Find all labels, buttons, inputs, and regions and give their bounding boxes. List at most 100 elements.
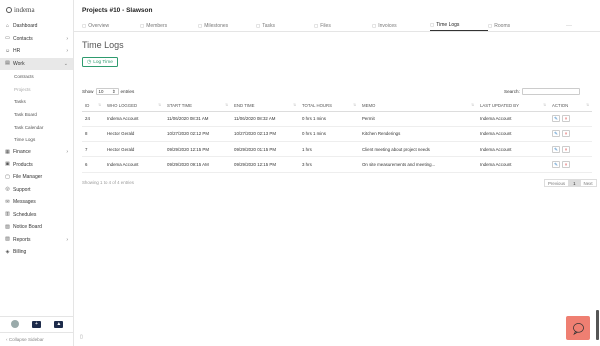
chat-button[interactable] — [566, 316, 590, 340]
entries-select[interactable]: 10 ⇕ — [95, 88, 119, 95]
billing-icon: ◈ — [5, 248, 10, 255]
column-header[interactable]: START TIME ⇅ — [164, 101, 231, 112]
column-header-label: ACTION — [552, 103, 569, 109]
table-cell: 10/27/2020 02:12 PM — [164, 126, 231, 143]
edit-icon[interactable]: ✎ — [552, 161, 560, 169]
search-input[interactable] — [521, 88, 580, 95]
edit-icon[interactable]: ✎ — [552, 115, 560, 123]
finance-icon: ▦ — [5, 148, 10, 155]
action-cell: ✎ × — [549, 111, 592, 127]
collapse-sidebar-button[interactable]: ‹ Collapse Sidebar — [0, 332, 74, 346]
column-header[interactable]: ACTION ⇅ — [549, 101, 592, 112]
sidebar-item-finance[interactable]: ▦ Finance › — [0, 146, 73, 159]
scrollbar[interactable] — [596, 310, 599, 340]
page-title: Projects #10 - Slawson — [82, 6, 153, 14]
column-header[interactable]: MEMO ⇅ — [359, 101, 477, 112]
chevron-right-icon: › — [66, 236, 68, 243]
tab-label: Time Logs — [436, 22, 460, 28]
more-tabs-button[interactable]: ··· — [566, 20, 572, 31]
sidebar-item-messages[interactable]: ✉ Messages — [0, 196, 73, 209]
sidebar-item-notice-board[interactable]: ▧ Notice Board — [0, 221, 73, 234]
column-header[interactable]: WHO LOGGED ⇅ — [104, 101, 164, 112]
sidebar-item-label: Notice Board — [13, 224, 42, 231]
collapse-label: Collapse Sidebar — [8, 337, 44, 342]
sidebar-item-reports[interactable]: ▨ Reports › — [0, 234, 73, 247]
entries-label: entries — [120, 89, 135, 94]
tab-rooms[interactable]: ▢ Rooms — [488, 20, 546, 31]
main-content: Projects #10 - Slawson ▢ Overview ▢ Members… — [74, 0, 600, 346]
table-cell: Hector Gerald — [104, 126, 164, 143]
tab-label: Tasks — [262, 22, 276, 29]
column-header-label: START TIME — [167, 103, 192, 109]
next-button[interactable]: Next — [579, 179, 597, 187]
document-icon[interactable]: ▯ — [80, 334, 83, 340]
notice-icon: ▧ — [5, 223, 10, 230]
tab-overview[interactable]: ▢ Overview — [82, 20, 140, 31]
sidebar-subitem-task-board[interactable]: Task Board — [0, 108, 73, 121]
delete-icon[interactable]: × — [562, 130, 570, 138]
log-time-button[interactable]: ◷ Log Time — [82, 57, 118, 67]
edit-icon[interactable]: ✎ — [552, 145, 560, 153]
sidebar-item-label: Dashboard — [13, 23, 38, 30]
sidebar-item-products[interactable]: ▣ Products — [0, 159, 73, 172]
page-1-button[interactable]: 1 — [569, 179, 580, 187]
sort-icon: ⇅ — [353, 103, 356, 108]
sidebar-item-schedules[interactable]: ▥ Schedules — [0, 209, 73, 222]
column-header[interactable]: END TIME ⇅ — [231, 101, 299, 112]
sidebar-item-hr[interactable]: ☺ HR › — [0, 45, 73, 58]
tab-label: Invoices — [378, 22, 397, 29]
sort-icon: ⇅ — [586, 103, 589, 108]
sidebar-subitem-tasks[interactable]: Tasks — [0, 95, 73, 108]
delete-icon[interactable]: × — [562, 161, 570, 169]
table-cell: Hector Gerald — [104, 141, 164, 158]
column-header[interactable]: TOTAL HOURS ⇅ — [299, 101, 359, 112]
column-header[interactable]: LAST UPDATED BY ⇅ — [477, 101, 549, 112]
hr-icon: ☺ — [5, 47, 11, 54]
avatar[interactable] — [10, 320, 19, 328]
tab-members[interactable]: ▢ Members — [140, 20, 198, 31]
table-cell: 0 hrs 1 mins — [299, 111, 359, 127]
tab-invoices[interactable]: ▢ Invoices — [372, 20, 430, 31]
column-header[interactable]: ID ⇅ — [82, 101, 104, 112]
tab-files[interactable]: ▢ Files — [314, 20, 372, 31]
table-row: 6 Indema Account 09/29/2020 09:15 AM 09/29/… — [82, 156, 592, 173]
table-row: 8 Hector Gerald 10/27/2020 02:12 PM 10/27/2… — [82, 126, 592, 143]
tab-tasks[interactable]: ▢ Tasks — [256, 20, 314, 31]
delete-icon[interactable]: × — [562, 145, 570, 153]
sidebar-item-billing[interactable]: ◈ Billing — [0, 246, 73, 259]
show-entries: Show 10 ⇕ entries — [82, 88, 134, 95]
sidebar-subitem-task-calendar[interactable]: Task Calendar — [0, 121, 73, 134]
delete-icon[interactable]: × — [562, 115, 570, 123]
tab-milestones[interactable]: ▢ Milestones — [198, 20, 256, 31]
logo[interactable]: indema — [0, 0, 73, 20]
sidebar-item-dashboard[interactable]: ⌂ Dashboard — [0, 20, 73, 33]
sidebar-item-label: HR — [13, 48, 21, 55]
chevron-right-icon: › — [66, 149, 68, 156]
sort-icon: ⇅ — [543, 103, 546, 108]
lock-icon[interactable]: ▲ — [54, 320, 64, 328]
sidebar-subitem-time-logs[interactable]: Time Logs — [0, 133, 73, 146]
tab-time-logs[interactable]: ▢ Time Logs — [430, 20, 488, 31]
sidebar-subitem-contracts[interactable]: Contracts — [0, 70, 73, 83]
search-label: Search: — [504, 89, 520, 94]
sidebar-subitem-projects[interactable]: Projects — [0, 83, 73, 96]
project-tabs: ▢ Overview ▢ Members ▢ Milestones ▢ Tasks ▢ Files… — [74, 20, 600, 32]
invoices-icon: ▢ — [372, 22, 377, 28]
table-cell: 10/27/2020 02:13 PM — [231, 126, 299, 143]
sort-icon: ⇅ — [158, 103, 161, 108]
sidebar-item-contacts[interactable]: ▭ Contacts › — [0, 33, 73, 46]
time-logs-icon: ▢ — [430, 22, 435, 27]
edit-icon[interactable]: ✎ — [552, 130, 560, 138]
sidebar-item-label: Schedules — [13, 211, 37, 218]
sidebar-item-label: Finance — [13, 149, 31, 156]
table-cell: 6 — [82, 156, 104, 173]
table-row: 24 Indema Account 11/06/2020 08:31 AM 11/06… — [82, 111, 592, 127]
sidebar-item-support[interactable]: ◎ Support — [0, 184, 73, 197]
add-icon[interactable]: + — [31, 320, 41, 328]
previous-button[interactable]: Previous — [544, 179, 570, 187]
table-cell: 09/29/2020 12:15 PM — [164, 141, 231, 158]
table-row: 7 Hector Gerald 09/29/2020 12:15 PM 09/29/2… — [82, 141, 592, 158]
sidebar-item-file-manager[interactable]: ▢ File Manager — [0, 171, 73, 184]
sidebar-item-work[interactable]: ▤ Work ⌄ — [0, 57, 73, 70]
table-cell: 11/06/2020 08:32 AM — [231, 111, 299, 127]
